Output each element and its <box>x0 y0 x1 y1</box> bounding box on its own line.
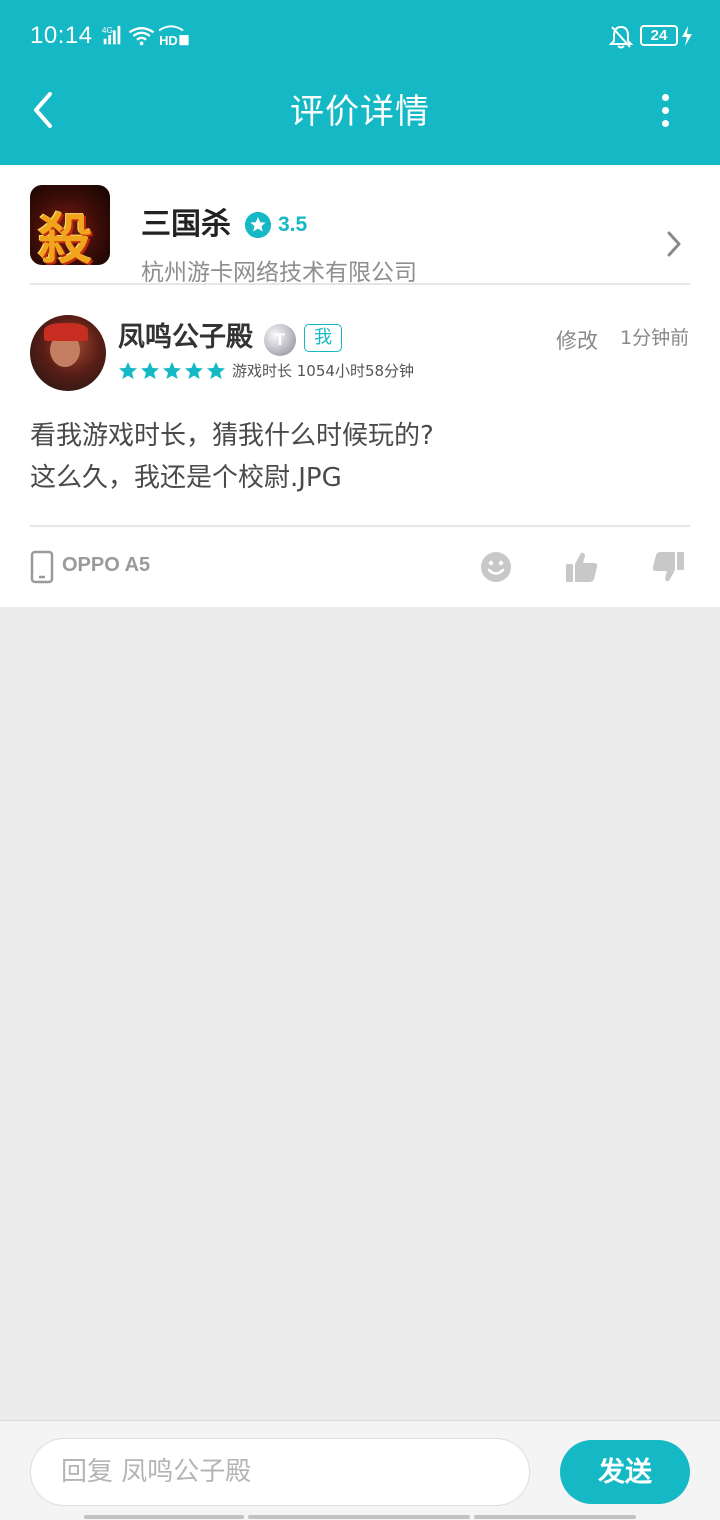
star-icon <box>207 362 225 379</box>
network-type: 4G <box>102 25 113 35</box>
app-header: 10:14 4G HD 24 评价详情 <box>0 0 720 165</box>
svg-text:HD: HD <box>159 33 178 48</box>
review-text-line: 这么久，我还是个校尉.JPG <box>30 463 342 493</box>
charging-icon <box>682 26 692 46</box>
signal-wifi-icons: 4G HD <box>102 25 189 48</box>
star-icon <box>141 362 159 379</box>
nav-indicator <box>248 1515 470 1519</box>
review-card: 殺 三国杀 3.5 杭州游卡网络技术有限公司 凤鸣公子殿 T 我 修改 1分钟前… <box>0 165 720 607</box>
bell-muted-icon <box>609 25 633 49</box>
star-icon <box>119 362 137 379</box>
page-title: 评价详情 <box>290 92 430 132</box>
app-name: 三国杀 <box>141 207 231 242</box>
reply-bar: 发送 <box>0 1420 720 1520</box>
nav-indicator <box>84 1515 244 1519</box>
send-button[interactable]: 发送 <box>560 1440 690 1504</box>
post-time: 1分钟前 <box>620 327 690 349</box>
status-time: 10:14 <box>30 22 93 49</box>
device-name: OPPO A5 <box>62 554 151 576</box>
device-actions-row: OPPO A5 <box>30 550 690 586</box>
review-username[interactable]: 凤鸣公子殿 <box>118 321 253 355</box>
phone-icon <box>30 550 54 584</box>
star-icon <box>163 362 181 379</box>
battery-indicator: 24 <box>640 25 678 46</box>
reply-input[interactable] <box>30 1438 530 1506</box>
review-stars <box>118 361 228 381</box>
divider <box>30 525 690 527</box>
me-tag: 我 <box>304 324 342 352</box>
emoji-icon[interactable] <box>480 550 512 584</box>
review-text: 看我游戏时长，猜我什么时候玩的? 这么久，我还是个校尉.JPG <box>30 415 690 499</box>
avatar[interactable] <box>30 315 106 391</box>
chevron-right-icon[interactable] <box>664 229 684 259</box>
review-text-line: 看我游戏时长，猜我什么时候玩的? <box>30 421 434 451</box>
nav-indicator <box>474 1515 636 1519</box>
thumbs-up-icon[interactable] <box>565 550 599 584</box>
app-rating: 3.5 <box>278 213 308 236</box>
app-info-row[interactable]: 殺 三国杀 3.5 杭州游卡网络技术有限公司 <box>30 185 690 286</box>
edit-button[interactable]: 修改 <box>556 325 598 355</box>
rating-star-icon <box>245 212 271 238</box>
playtime: 游戏时长 1054小时58分钟 <box>232 362 415 380</box>
thumbs-down-icon[interactable] <box>651 550 685 584</box>
star-icon <box>185 362 203 379</box>
level-badge: T <box>264 324 296 356</box>
more-vertical-icon <box>662 94 669 101</box>
app-icon-glyph: 殺 <box>38 207 92 265</box>
status-bar: 10:14 4G HD 24 <box>0 0 720 72</box>
app-developer: 杭州游卡网络技术有限公司 <box>141 260 417 286</box>
more-options-button[interactable] <box>650 88 682 132</box>
app-icon[interactable]: 殺 <box>30 185 110 265</box>
